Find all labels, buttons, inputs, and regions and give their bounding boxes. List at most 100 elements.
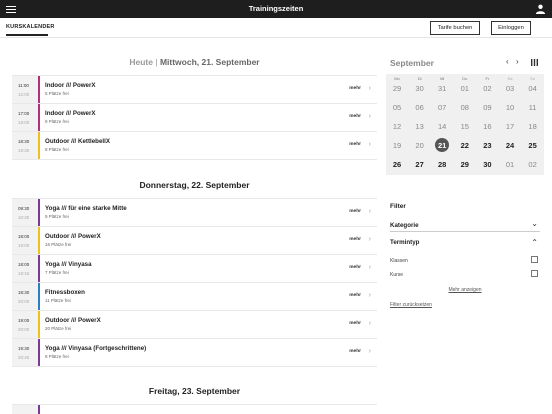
- calendar-day-number: 18: [528, 122, 537, 131]
- tab-kurskalender[interactable]: KURSKALENDER: [6, 24, 55, 30]
- calendar-day[interactable]: 27: [409, 160, 431, 169]
- more-link[interactable]: mehr: [349, 209, 361, 214]
- course-name: Indoor /// PowerX: [45, 82, 96, 89]
- calendar-day[interactable]: 31: [431, 84, 453, 93]
- course-color-bar: [38, 311, 40, 338]
- course-color-bar: [38, 405, 40, 414]
- course-end-time: 12:00: [18, 92, 30, 97]
- course-item[interactable]: 18:00 19:15 Yoga /// Vinyasa 7 Plätze frei m…: [12, 255, 377, 283]
- course-item[interactable]: 19:00 20:00 Outdoor /// PowerX 20 Plätze fr…: [12, 311, 377, 339]
- day-separator: |: [155, 57, 158, 67]
- calendar-header: September ‹ ›: [386, 53, 544, 73]
- more-link[interactable]: mehr: [349, 349, 361, 354]
- course-item[interactable]: 09:30 10:30 Yoga /// für eine starke Mitte…: [12, 199, 377, 227]
- more-link[interactable]: mehr: [349, 293, 361, 298]
- chevron-right-icon[interactable]: ›: [369, 85, 371, 92]
- weekday-label: Fr: [485, 76, 490, 81]
- chevron-right-icon[interactable]: ›: [516, 57, 519, 66]
- chevron-right-icon[interactable]: ›: [369, 264, 371, 271]
- calendar-day[interactable]: 04: [522, 84, 544, 93]
- filter-category[interactable]: Kategorie ⌄: [390, 218, 540, 232]
- more-link[interactable]: mehr: [349, 86, 361, 91]
- checkbox-klassen[interactable]: [531, 256, 538, 263]
- course-name: Yoga /// für eine starke Mitte: [45, 205, 127, 212]
- chevron-right-icon[interactable]: ›: [369, 292, 371, 299]
- course-list-day-3: [12, 404, 377, 414]
- more-link[interactable]: mehr: [349, 142, 361, 147]
- day-header-2: Donnerstag, 22. September: [139, 180, 250, 190]
- top-bar: Trainingszeiten: [0, 0, 552, 18]
- course-item-partial[interactable]: [12, 405, 377, 414]
- calendar-day[interactable]: 06: [409, 103, 431, 112]
- calendar-day[interactable]: 02: [476, 84, 498, 93]
- filter-option-kurse[interactable]: Kurse: [390, 270, 540, 282]
- calendar-day[interactable]: 29: [386, 84, 408, 93]
- chevron-right-icon[interactable]: ›: [369, 348, 371, 355]
- grid-view-icon[interactable]: [531, 59, 538, 66]
- calendar-day[interactable]: 19: [386, 141, 408, 150]
- calendar-day-selected[interactable]: 21: [431, 138, 453, 152]
- reset-filter-link[interactable]: Filter zurücksetzen: [390, 302, 432, 308]
- course-name: Yoga /// Vinyasa: [45, 261, 92, 268]
- calendar-day[interactable]: 26: [386, 160, 408, 169]
- calendar-day[interactable]: 13: [409, 122, 431, 131]
- calendar-day[interactable]: 02: [522, 160, 544, 169]
- filter-termintyp[interactable]: Termintyp ⌃: [390, 235, 540, 249]
- course-seats: 7 Plätze frei: [45, 270, 69, 275]
- course-item[interactable]: 17:00 18:00 Indoor /// PowerX 9 Plätze frei…: [12, 104, 377, 132]
- calendar-day[interactable]: 30: [409, 84, 431, 93]
- calendar-day[interactable]: 07: [431, 103, 453, 112]
- course-seats: 16 Plätze frei: [45, 242, 72, 247]
- checkbox-kurse[interactable]: [531, 270, 538, 277]
- calendar-day-number: 05: [392, 103, 402, 112]
- app-title: Trainingszeiten: [248, 4, 304, 13]
- calendar-day[interactable]: 09: [476, 103, 498, 112]
- chevron-right-icon[interactable]: ›: [369, 208, 371, 215]
- course-item[interactable]: 18:00 19:00 Outdoor /// PowerX 16 Plätze fr…: [12, 227, 377, 255]
- course-time-block: 18:00 19:00: [12, 227, 38, 254]
- calendar-day-number: 29: [460, 160, 469, 169]
- calendar-day-number: 29: [392, 84, 402, 93]
- calendar-day[interactable]: 03: [499, 84, 521, 93]
- calendar-day[interactable]: 14: [431, 122, 453, 131]
- more-link[interactable]: mehr: [349, 237, 361, 242]
- course-item[interactable]: 18:30 19:30 Outdoor /// KettlebellX 8 Plätz…: [12, 132, 377, 160]
- tarife-buchen-button[interactable]: Tarife buchen: [430, 21, 480, 35]
- more-link[interactable]: mehr: [349, 114, 361, 119]
- calendar-day[interactable]: 17: [499, 122, 521, 131]
- user-icon[interactable]: [535, 3, 546, 15]
- course-item[interactable]: 19:30 20:45 Yoga /// Vinyasa (Fortgeschrit…: [12, 339, 377, 367]
- calendar-day[interactable]: 12: [386, 122, 408, 131]
- chevron-right-icon[interactable]: ›: [369, 141, 371, 148]
- calendar-day[interactable]: 29: [454, 160, 476, 169]
- show-more-link[interactable]: Mehr anzeigen: [390, 287, 540, 293]
- chevron-right-icon[interactable]: ›: [369, 236, 371, 243]
- calendar-day[interactable]: 20: [409, 141, 431, 150]
- calendar-day[interactable]: 16: [476, 122, 498, 131]
- calendar-day[interactable]: 30: [476, 160, 498, 169]
- calendar-day[interactable]: 01: [499, 160, 521, 169]
- calendar-day[interactable]: 25: [522, 141, 544, 150]
- course-start-time: 18:00: [18, 234, 30, 239]
- calendar-day[interactable]: 24: [499, 141, 521, 150]
- login-button[interactable]: Einloggen: [491, 21, 531, 35]
- course-item[interactable]: 18:30 20:00 Fitnessboxen 11 Plätze frei mehr…: [12, 283, 377, 311]
- course-item[interactable]: 11:00 12:00 Indoor /// PowerX 5 Plätze frei…: [12, 76, 377, 104]
- calendar-day[interactable]: 15: [454, 122, 476, 131]
- calendar-day[interactable]: 01: [454, 84, 476, 93]
- more-link[interactable]: mehr: [349, 321, 361, 326]
- chevron-right-icon[interactable]: ›: [369, 113, 371, 120]
- calendar-day[interactable]: 28: [431, 160, 453, 169]
- calendar-day[interactable]: 10: [499, 103, 521, 112]
- calendar-day[interactable]: 08: [454, 103, 476, 112]
- chevron-left-icon[interactable]: ‹: [506, 57, 509, 66]
- more-link[interactable]: mehr: [349, 265, 361, 270]
- calendar-day-number: 20: [415, 141, 424, 150]
- filter-option-klassen[interactable]: Klassen: [390, 256, 540, 268]
- calendar-day[interactable]: 23: [476, 141, 498, 150]
- calendar-day[interactable]: 05: [386, 103, 408, 112]
- calendar-day[interactable]: 11: [522, 103, 544, 112]
- calendar-day[interactable]: 18: [522, 122, 544, 131]
- chevron-right-icon[interactable]: ›: [369, 320, 371, 327]
- calendar-day[interactable]: 22: [454, 141, 476, 150]
